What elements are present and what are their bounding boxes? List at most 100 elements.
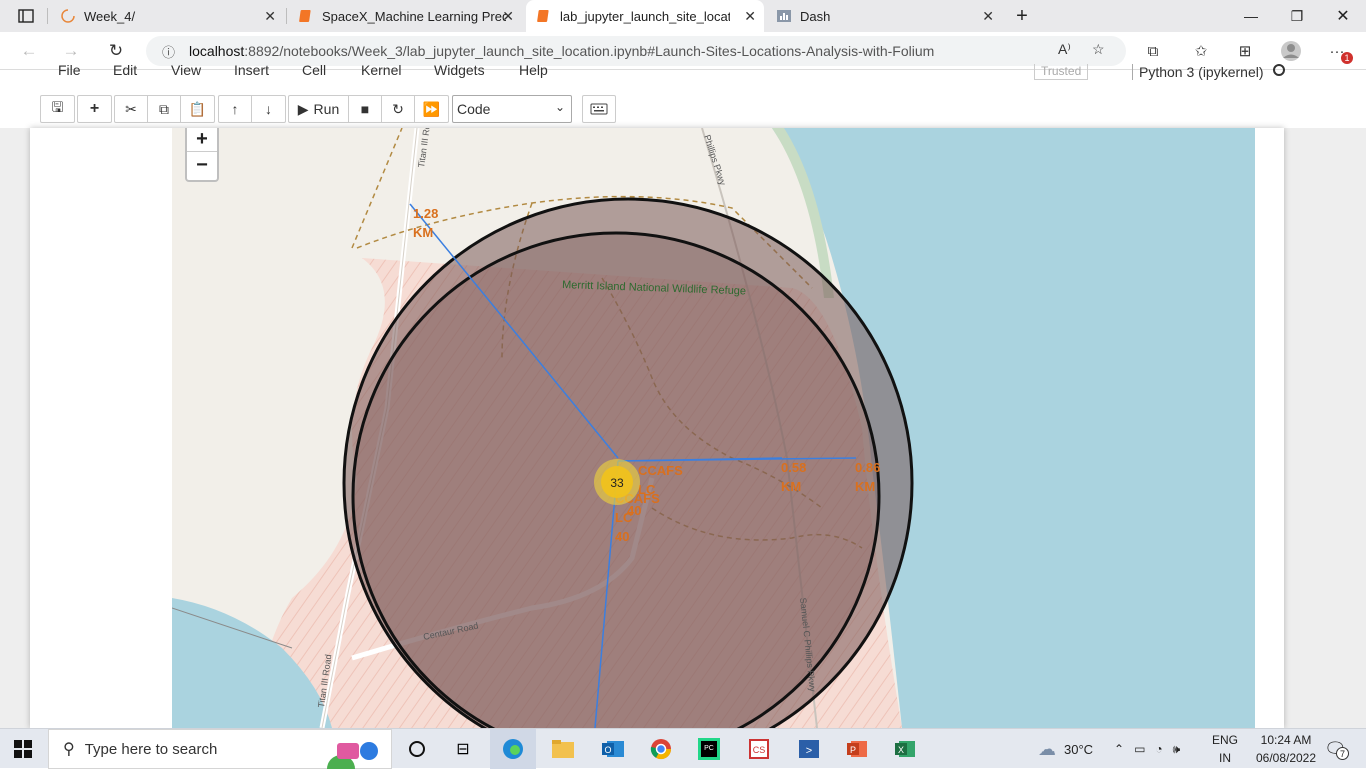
interrupt-button[interactable]: ■ <box>349 96 382 122</box>
edge-icon <box>503 739 523 759</box>
notification-center-button[interactable]: 🗨 7 <box>1324 729 1349 769</box>
cell-type-select[interactable]: Code ⌄ <box>452 95 572 123</box>
distance-label-value: 0.58 <box>781 460 806 475</box>
zoom-out-button[interactable]: − <box>187 152 217 178</box>
run-button[interactable]: ▶ Run <box>289 96 349 122</box>
menu-view[interactable]: View <box>171 62 201 78</box>
tab-label: SpaceX_Machine Learning Predic <box>322 8 506 24</box>
jupyter-book-icon <box>536 8 552 24</box>
add-favorite-icon[interactable]: ☆ <box>1092 41 1105 58</box>
start-button[interactable] <box>0 729 46 769</box>
zoom-in-button[interactable]: + <box>187 128 217 152</box>
site-label: 40 <box>615 529 629 544</box>
paste-button[interactable]: 📋 <box>181 96 214 122</box>
clock-time: 10:24 AM <box>1260 733 1312 747</box>
paste-icon: 📋 <box>188 100 207 117</box>
cut-button[interactable]: ✂ <box>115 96 148 122</box>
task-view-icon: ⊟ <box>456 741 470 758</box>
jupyter-book-icon <box>298 8 314 24</box>
powerpoint-taskbar-button[interactable]: P <box>834 729 880 769</box>
tab-launch-site[interactable]: lab_jupyter_launch_site_location ✕ <box>526 0 764 32</box>
outlook-icon: O <box>602 741 624 757</box>
chrome-taskbar-button[interactable] <box>638 729 684 769</box>
forward-button[interactable]: → <box>58 39 84 63</box>
outlook-taskbar-button[interactable]: O <box>590 729 636 769</box>
volume-icon[interactable]: 🕪 <box>1173 742 1181 757</box>
profile-avatar[interactable] <box>1280 40 1302 62</box>
run-label: Run <box>313 101 340 117</box>
window-close-button[interactable]: ✕ <box>1320 0 1366 32</box>
save-group: 🖫 <box>40 95 75 123</box>
powerpoint-icon: P <box>847 741 867 757</box>
distance-label-unit: KM <box>781 479 801 494</box>
search-highlight-icon <box>327 742 378 769</box>
browser-tab-bar: Week_4/ ✕ SpaceX_Machine Learning Predic… <box>0 0 1366 32</box>
new-tab-button[interactable]: + <box>1010 0 1034 32</box>
restart-icon: ↻ <box>392 100 404 117</box>
menu-insert[interactable]: Insert <box>234 62 269 78</box>
info-icon[interactable]: ⓘ <box>162 42 175 61</box>
menu-widgets[interactable]: Widgets <box>434 62 485 78</box>
restore-button[interactable]: ❐ <box>1274 0 1320 32</box>
refresh-button[interactable]: ↻ <box>103 39 129 63</box>
insert-group: + <box>77 95 112 123</box>
task-view-button[interactable]: ⊟ <box>440 729 486 769</box>
tab-dash[interactable]: Dash ✕ <box>766 0 1002 32</box>
stop-icon: ■ <box>360 101 370 117</box>
weather-widget[interactable]: ☁ 30°C <box>1038 729 1093 769</box>
map-canvas: Titan III Ro Phillips Pkwy Merritt Islan… <box>172 128 1255 728</box>
menu-edit[interactable]: Edit <box>113 62 137 78</box>
minimize-button[interactable]: — <box>1228 0 1274 32</box>
command-palette-button[interactable] <box>582 95 616 123</box>
taskbar-search[interactable]: ⚲ Type here to search <box>48 729 392 769</box>
temperature: 30°C <box>1064 741 1094 757</box>
excel-icon: X <box>895 741 915 757</box>
menu-help[interactable]: Help <box>519 62 548 78</box>
tab-actions-icon <box>18 9 34 23</box>
close-icon[interactable]: ✕ <box>502 8 514 25</box>
collections-icon[interactable]: ⊞ <box>1234 40 1256 62</box>
tab-week4[interactable]: Week_4/ ✕ <box>52 0 284 32</box>
restart-button[interactable]: ↻ <box>382 96 415 122</box>
tab-actions-button[interactable] <box>10 0 42 32</box>
scissors-icon: ✂ <box>125 100 137 117</box>
menu-kernel[interactable]: Kernel <box>361 62 401 78</box>
wifi-icon[interactable]: ◔ <box>1155 742 1162 756</box>
cortana-button[interactable] <box>394 729 440 769</box>
powershell-taskbar-button[interactable]: > <box>786 729 832 769</box>
back-button[interactable]: ← <box>16 39 42 63</box>
battery-icon[interactable]: ▭ <box>1134 742 1145 756</box>
pycharm-taskbar-button[interactable]: PC <box>686 729 732 769</box>
weather-cloud-icon: ☁ <box>1038 738 1056 759</box>
code-editor-icon: CS <box>749 739 769 759</box>
restart-run-all-button[interactable]: ⏩ <box>415 96 448 122</box>
menu-cell[interactable]: Cell <box>302 62 326 78</box>
favorites-icon[interactable]: ✩ <box>1190 40 1212 62</box>
read-aloud-icon[interactable]: A⁾ <box>1058 41 1071 58</box>
vscode-taskbar-button[interactable]: CS <box>736 729 782 769</box>
svg-text:O: O <box>604 745 611 755</box>
move-down-button[interactable]: ↓ <box>252 96 285 122</box>
edge-taskbar-button[interactable] <box>490 729 536 769</box>
excel-taskbar-button[interactable]: X <box>882 729 928 769</box>
insert-cell-button[interactable]: + <box>78 96 111 122</box>
windows-logo-icon <box>14 740 32 758</box>
close-icon[interactable]: ✕ <box>744 8 756 25</box>
tab-label: lab_jupyter_launch_site_location <box>560 8 730 24</box>
copy-button[interactable]: ⧉ <box>148 96 181 122</box>
loading-spinner-icon <box>60 8 76 24</box>
chevron-up-icon[interactable]: ⌃ <box>1114 742 1124 756</box>
clock[interactable]: 10:24 AM 06/08/2022 <box>1250 729 1322 769</box>
extensions-icon[interactable]: ⧉ <box>1142 40 1164 62</box>
save-button[interactable]: 🖫 <box>41 96 74 122</box>
folium-map[interactable]: Titan III Ro Phillips Pkwy Merritt Islan… <box>172 128 1255 728</box>
close-icon[interactable]: ✕ <box>264 8 276 25</box>
tab-spacex-ml[interactable]: SpaceX_Machine Learning Predic ✕ <box>290 0 522 32</box>
close-icon[interactable]: ✕ <box>982 8 994 25</box>
move-up-button[interactable]: ↑ <box>219 96 252 122</box>
explorer-taskbar-button[interactable] <box>540 729 586 769</box>
menu-file[interactable]: File <box>58 62 81 78</box>
marker-cluster-count: 33 <box>610 476 624 490</box>
language-indicator[interactable]: ENG IN <box>1212 729 1238 769</box>
trusted-indicator[interactable]: Trusted <box>1034 64 1089 80</box>
